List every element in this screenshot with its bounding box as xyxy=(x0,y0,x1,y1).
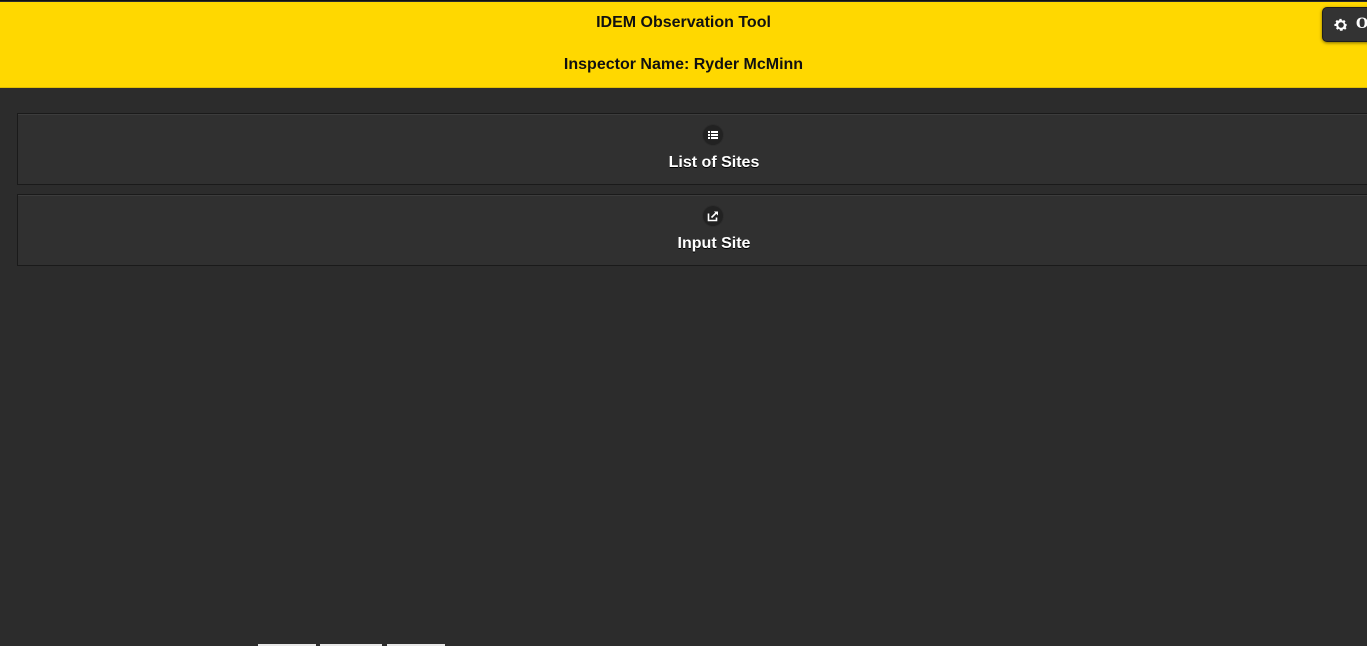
nav-item-input-site[interactable]: Input Site xyxy=(17,194,1367,266)
gear-icon xyxy=(1334,18,1348,31)
settings-button[interactable]: O xyxy=(1322,7,1367,42)
header-bar: IDEM Observation Tool Inspector Name: Ry… xyxy=(0,2,1367,88)
list-icon xyxy=(702,124,724,146)
nav-item-list-of-sites[interactable]: List of Sites xyxy=(17,113,1367,185)
nav-item-label: Input Site xyxy=(677,235,751,252)
inspector-name: Inspector Name: Ryder McMinn xyxy=(563,56,804,73)
settings-label: O xyxy=(1356,16,1367,32)
export-icon xyxy=(702,205,724,227)
app-title: IDEM Observation Tool xyxy=(596,14,771,31)
nav-item-label: List of Sites xyxy=(668,154,760,171)
app-page: IDEM Observation Tool Inspector Name: Ry… xyxy=(0,0,1367,646)
